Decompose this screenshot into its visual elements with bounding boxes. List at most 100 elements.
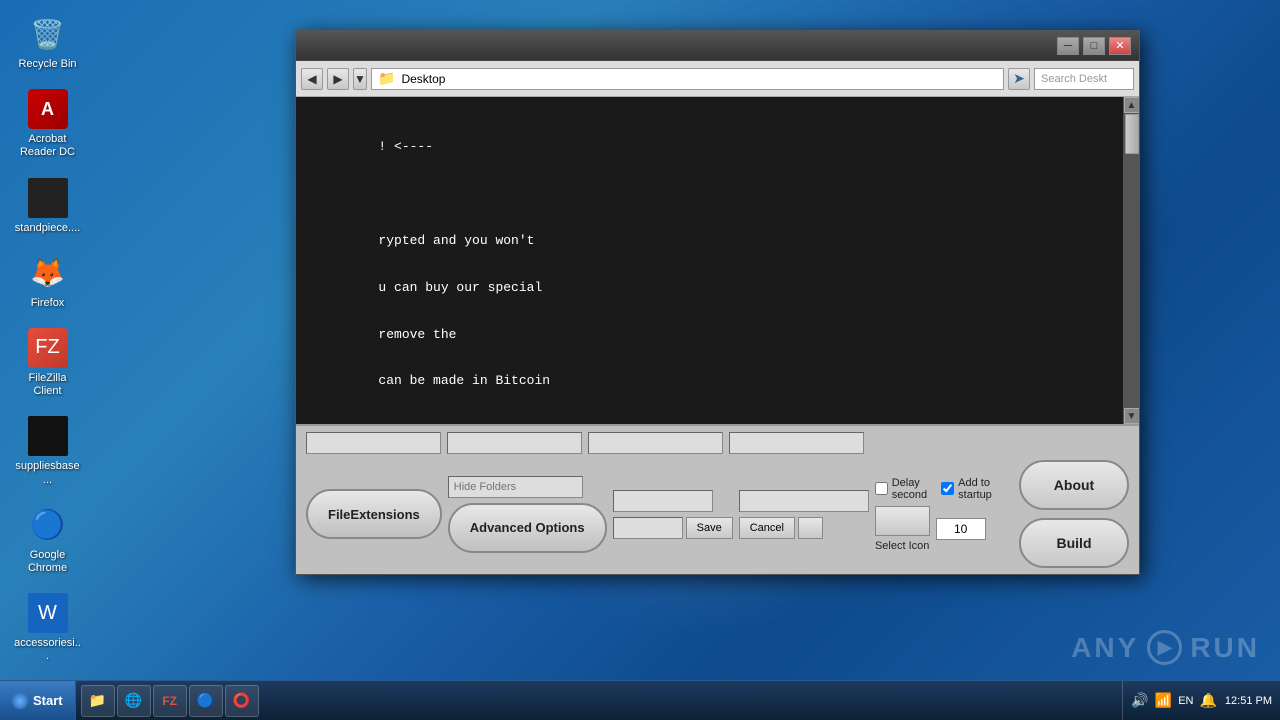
field-input-3[interactable] bbox=[588, 432, 723, 454]
build-button[interactable]: Build bbox=[1019, 518, 1129, 568]
scrollbar[interactable]: ▲ ▼ bbox=[1123, 97, 1139, 424]
field-input-5[interactable] bbox=[613, 490, 713, 512]
desktop: 🗑️ Recycle Bin A Acrobat Reader DC stand… bbox=[0, 0, 1280, 720]
desktop-icon-standpiece[interactable]: standpiece.... bbox=[10, 174, 85, 239]
notification-icon[interactable]: 🔔 bbox=[1199, 692, 1216, 709]
save-button[interactable]: Save bbox=[686, 517, 733, 539]
desktop-icon-filezilla[interactable]: FZ FileZilla Client bbox=[10, 324, 85, 402]
content-area: ! <---- rypted and you won't u can buy o… bbox=[296, 97, 1139, 424]
recycle-bin-label: Recycle Bin bbox=[18, 58, 76, 71]
taskbar-right: 🔊 📶 EN 🔔 12:51 PM bbox=[1122, 681, 1280, 720]
desktop-icon-suppliesbase[interactable]: suppliesbase... bbox=[10, 412, 85, 490]
maximize-button[interactable]: □ bbox=[1083, 37, 1105, 55]
app-window: ─ □ ✕ ◀ ▶ ▼ 📁 Desktop ➤ Search Deskt ! <… bbox=[295, 30, 1140, 575]
opera-task-icon: ⭕ bbox=[234, 693, 250, 709]
advanced-options-button[interactable]: Advanced Options bbox=[448, 503, 607, 553]
search-placeholder: Search Deskt bbox=[1041, 73, 1107, 85]
desktop-icon-recycle-bin[interactable]: 🗑️ Recycle Bin bbox=[10, 10, 85, 75]
field-input-2[interactable] bbox=[447, 432, 582, 454]
standpiece-label: standpiece.... bbox=[15, 222, 80, 235]
filezilla-task-icon: FZ bbox=[162, 693, 178, 709]
add-to-startup-checkbox[interactable] bbox=[941, 482, 954, 495]
forward-button[interactable]: ▶ bbox=[327, 68, 349, 90]
go-button[interactable]: ➤ bbox=[1008, 68, 1030, 90]
scroll-down-button[interactable]: ▼ bbox=[1124, 408, 1140, 424]
chrome-label: Google Chrome bbox=[14, 549, 81, 575]
desktop-icon-accessories[interactable]: W accessoriesi... bbox=[10, 589, 85, 667]
cancel-button[interactable]: Cancel bbox=[739, 517, 795, 539]
about-button[interactable]: About bbox=[1019, 460, 1129, 510]
any-text: ANY bbox=[1071, 632, 1139, 664]
firefox-label: Firefox bbox=[31, 297, 65, 310]
system-icons: 🔊 📶 EN 🔔 bbox=[1131, 692, 1217, 709]
filezilla-label: FileZilla Client bbox=[14, 372, 81, 398]
anyrun-play-icon: ▶ bbox=[1147, 630, 1182, 665]
firefox-icon: 🦊 bbox=[28, 253, 68, 293]
search-box[interactable]: Search Deskt bbox=[1034, 68, 1134, 90]
chrome-icon: 🔵 bbox=[28, 505, 68, 545]
start-label: Start bbox=[33, 693, 63, 708]
acrobat-icon: A bbox=[28, 89, 68, 129]
minimize-button[interactable]: ─ bbox=[1057, 37, 1079, 55]
field-input-1[interactable] bbox=[306, 432, 441, 454]
title-bar-controls: ─ □ ✕ bbox=[1057, 37, 1131, 55]
network-icon[interactable]: 📶 bbox=[1155, 692, 1172, 709]
field-input-6[interactable] bbox=[613, 517, 683, 539]
desktop-icon-chrome[interactable]: 🔵 Google Chrome bbox=[10, 501, 85, 579]
suppliesbase-label: suppliesbase... bbox=[14, 460, 81, 486]
field-input-7[interactable] bbox=[739, 490, 869, 512]
add-to-startup-checkbox-group[interactable]: Add to startup bbox=[941, 477, 1003, 501]
text-content-area: ! <---- rypted and you won't u can buy o… bbox=[296, 97, 1123, 424]
acrobat-label: Acrobat Reader DC bbox=[14, 133, 81, 159]
clock: 12:51 PM bbox=[1225, 695, 1272, 707]
select-icon-box[interactable] bbox=[875, 506, 930, 536]
volume-icon[interactable]: 🔊 bbox=[1131, 692, 1148, 709]
file-extensions-button[interactable]: FileExtensions bbox=[306, 489, 442, 539]
standpiece-icon bbox=[28, 178, 68, 218]
scroll-up-button[interactable]: ▲ bbox=[1124, 97, 1140, 113]
taskbar: Start 📁 🌐 FZ 🔵 ⭕ 🔊 📶 EN bbox=[0, 680, 1280, 720]
filezilla-icon: FZ bbox=[28, 328, 68, 368]
taskbar-item-opera[interactable]: ⭕ bbox=[225, 685, 259, 717]
back-button[interactable]: ◀ bbox=[301, 68, 323, 90]
taskbar-items: 📁 🌐 FZ 🔵 ⭕ bbox=[76, 681, 1123, 720]
bottom-toolbar: FileExtensions Advanced Options Save bbox=[296, 424, 1139, 574]
address-input[interactable]: 📁 Desktop bbox=[371, 68, 1004, 90]
folder-icon: 📁 bbox=[378, 70, 395, 87]
start-button[interactable]: Start bbox=[0, 681, 76, 720]
taskbar-item-explorer[interactable]: 📁 bbox=[81, 685, 115, 717]
select-icon-label: Select Icon bbox=[875, 540, 929, 552]
cancel-extra-box bbox=[798, 517, 823, 539]
run-text: RUN bbox=[1190, 632, 1260, 664]
start-orb-icon bbox=[12, 693, 28, 709]
content-line-3: rypted and you won't bbox=[378, 233, 534, 248]
hide-folders-input[interactable] bbox=[448, 476, 583, 498]
taskbar-item-chrome[interactable]: 🔵 bbox=[189, 685, 223, 717]
anyrun-watermark: ANY ▶ RUN bbox=[1071, 630, 1260, 665]
delay-second-label: Delay second bbox=[892, 477, 935, 501]
taskbar-item-filezilla[interactable]: FZ bbox=[153, 685, 187, 717]
field-input-4[interactable] bbox=[729, 432, 864, 454]
close-button[interactable]: ✕ bbox=[1109, 37, 1131, 55]
ie-icon: 🌐 bbox=[126, 693, 142, 709]
suppliesbase-icon bbox=[28, 416, 68, 456]
accessories-icon: W bbox=[28, 593, 68, 633]
chrome-task-icon: 🔵 bbox=[198, 693, 214, 709]
address-path: Desktop bbox=[401, 72, 445, 86]
select-icon-area: Select Icon bbox=[875, 506, 930, 552]
scrollbar-thumb[interactable] bbox=[1125, 114, 1139, 154]
scrollbar-track[interactable] bbox=[1124, 113, 1140, 408]
delay-second-checkbox-group[interactable]: Delay second bbox=[875, 477, 935, 501]
desktop-icon-acrobat[interactable]: A Acrobat Reader DC bbox=[10, 85, 85, 163]
title-bar: ─ □ ✕ bbox=[296, 31, 1139, 61]
content-line-1: ! <---- bbox=[378, 139, 433, 154]
content-line-4: u can buy our special bbox=[378, 280, 542, 295]
delay-value-input[interactable]: 10 bbox=[936, 518, 986, 540]
delay-second-checkbox[interactable] bbox=[875, 482, 888, 495]
explorer-icon: 📁 bbox=[90, 693, 106, 709]
language-icon[interactable]: EN bbox=[1178, 695, 1193, 707]
desktop-icon-firefox[interactable]: 🦊 Firefox bbox=[10, 249, 85, 314]
desktop-icons-container: 🗑️ Recycle Bin A Acrobat Reader DC stand… bbox=[10, 10, 90, 720]
taskbar-item-ie[interactable]: 🌐 bbox=[117, 685, 151, 717]
dropdown-button[interactable]: ▼ bbox=[353, 68, 367, 90]
